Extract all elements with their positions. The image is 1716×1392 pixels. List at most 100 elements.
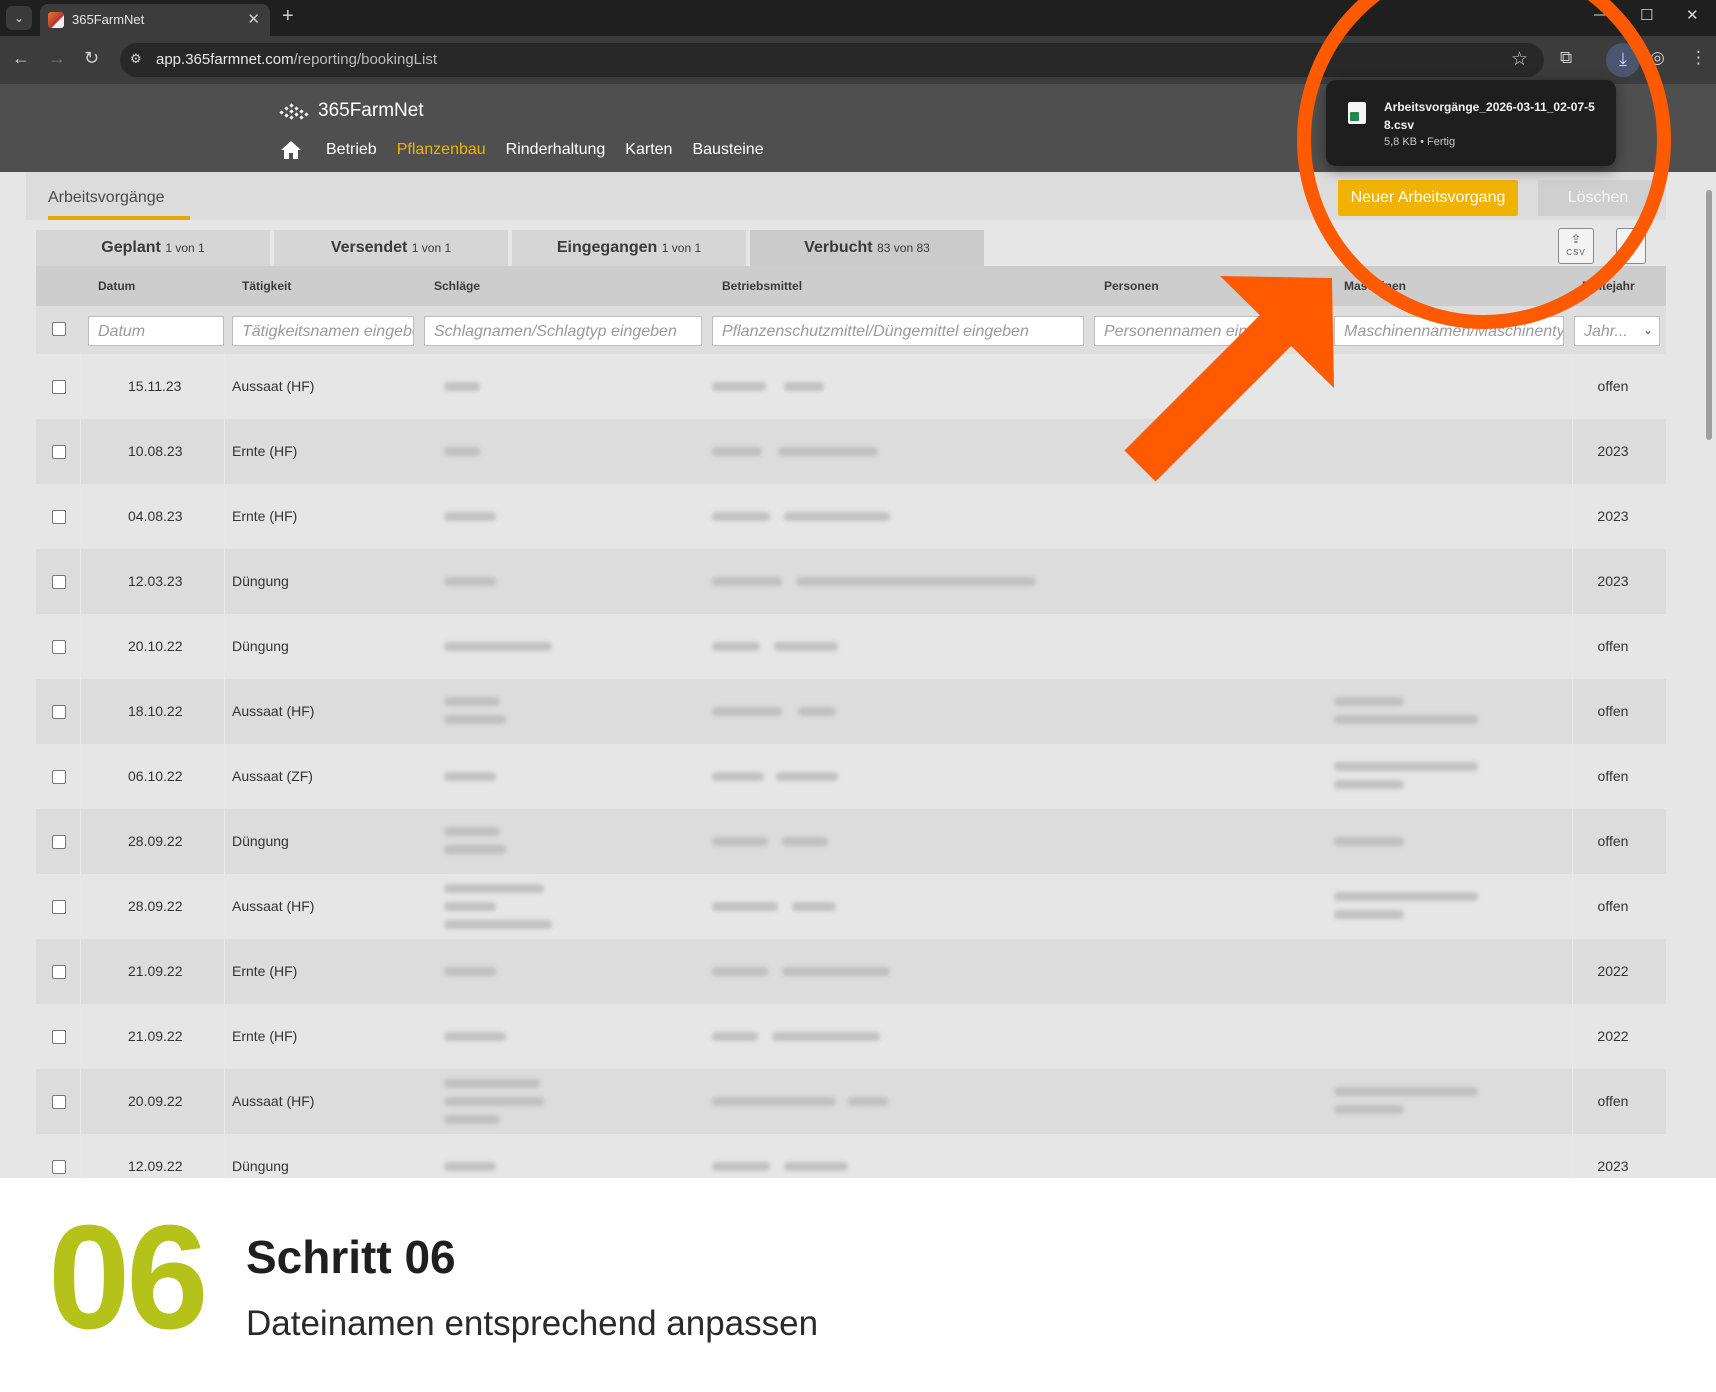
row-checkbox[interactable]: [52, 575, 66, 589]
table-row[interactable]: 12.03.23 Düngung 2023: [36, 549, 1666, 614]
favicon-icon: [48, 12, 64, 28]
row-activity: Aussaat (ZF): [232, 768, 313, 784]
profile-icon[interactable]: ◎: [1650, 48, 1665, 68]
row-checkbox[interactable]: [52, 510, 66, 524]
download-bubble[interactable]: Arbeitsvorgänge_2026-03-11_02-07-58.csv …: [1326, 80, 1616, 166]
browser-tab[interactable]: 365FarmNet ✕: [40, 4, 270, 36]
nav-item-rinderhaltung[interactable]: Rinderhaltung: [506, 141, 606, 159]
new-tab-icon[interactable]: +: [282, 5, 294, 28]
minimize-icon[interactable]: —: [1594, 6, 1609, 23]
row-activity: Düngung: [232, 1158, 289, 1174]
print-button[interactable]: [1616, 228, 1646, 264]
delete-button[interactable]: Löschen: [1538, 180, 1658, 216]
row-checkbox[interactable]: [52, 1160, 66, 1174]
spreadsheet-file-icon: [1348, 102, 1366, 124]
row-date: 12.03.23: [128, 573, 183, 589]
reload-icon[interactable]: ↻: [84, 48, 99, 69]
row-checkbox[interactable]: [52, 900, 66, 914]
row-date: 20.09.22: [128, 1093, 183, 1109]
row-checkbox[interactable]: [52, 1030, 66, 1044]
forward-icon[interactable]: →: [48, 48, 66, 69]
row-date: 12.09.22: [128, 1158, 183, 1174]
maximize-icon[interactable]: ☐: [1640, 6, 1653, 24]
taetigkeit-filter-input[interactable]: Tätigkeitsnamen eingeben: [232, 316, 414, 346]
new-booking-button[interactable]: Neuer Arbeitsvorgang: [1338, 180, 1518, 216]
row-date: 21.09.22: [128, 963, 183, 979]
maschinen-filter-input[interactable]: Maschinennamen/Maschinentyp eingeben: [1334, 316, 1564, 346]
row-checkbox[interactable]: [52, 705, 66, 719]
page-title[interactable]: Arbeitsvorgänge: [48, 189, 165, 207]
row-date: 28.09.22: [128, 898, 183, 914]
close-window-icon[interactable]: ✕: [1686, 6, 1699, 24]
betriebsmittel-filter-input[interactable]: Pflanzenschutzmittel/Düngemittel eingebe…: [712, 316, 1084, 346]
back-icon[interactable]: ←: [12, 48, 30, 69]
csv-export-button[interactable]: ⇪ CSV: [1558, 228, 1594, 264]
row-checkbox[interactable]: [52, 965, 66, 979]
schlaege-filter-input[interactable]: Schlagnamen/Schlagtyp eingeben: [424, 316, 702, 346]
table-row[interactable]: 28.09.22 Aussaat (HF) offen: [36, 874, 1666, 939]
table-row[interactable]: 15.11.23 Aussaat (HF) offen: [36, 354, 1666, 419]
extensions-icon[interactable]: ⧉: [1560, 48, 1572, 68]
table-row[interactable]: 21.09.22 Ernte (HF) 2022: [36, 939, 1666, 1004]
row-checkbox[interactable]: [52, 640, 66, 654]
column-header-personen[interactable]: Personen: [1104, 279, 1159, 293]
tab-search-chevron-icon[interactable]: ⌄: [6, 6, 32, 30]
tab-versendet[interactable]: Versendet 1 von 1: [274, 230, 508, 266]
nav-item-bausteine[interactable]: Bausteine: [692, 141, 763, 159]
row-activity: Aussaat (HF): [232, 703, 315, 719]
row-year: offen: [1597, 703, 1629, 719]
table-row[interactable]: 18.10.22 Aussaat (HF) offen: [36, 679, 1666, 744]
table-row[interactable]: 12.09.22 Düngung 2023: [36, 1134, 1666, 1178]
row-checkbox[interactable]: [52, 1095, 66, 1109]
scrollbar-thumb[interactable]: [1706, 190, 1712, 440]
tab-verbucht[interactable]: Verbucht 83 von 83: [750, 230, 984, 266]
row-date: 10.08.23: [128, 443, 183, 459]
downloads-icon[interactable]: ⤓: [1606, 43, 1640, 77]
column-header-schlaege[interactable]: Schläge: [434, 279, 480, 293]
column-header-betriebsmittel[interactable]: Betriebsmittel: [722, 279, 802, 293]
page-scrollbar[interactable]: [1704, 172, 1714, 1178]
page-title-underline: [48, 216, 190, 220]
row-year: 2023: [1597, 1158, 1629, 1174]
tab-close-icon[interactable]: ✕: [247, 10, 260, 28]
bookmark-star-icon[interactable]: ☆: [1511, 48, 1528, 71]
nav-item-pflanzenbau[interactable]: Pflanzenbau: [397, 141, 486, 159]
site-info-icon[interactable]: ⚙: [130, 51, 148, 69]
column-header-datum[interactable]: Datum: [98, 279, 135, 293]
row-year: offen: [1597, 898, 1629, 914]
nav-item-karten[interactable]: Karten: [625, 141, 672, 159]
datum-filter-input[interactable]: Datum: [88, 316, 224, 346]
address-bar[interactable]: ⚙ app.365farmnet.com/reporting/bookingLi…: [120, 43, 1544, 77]
column-header-erntejahr[interactable]: Erntejahr: [1582, 279, 1635, 293]
table-row[interactable]: 20.09.22 Aussaat (HF) offen: [36, 1069, 1666, 1134]
row-date: 20.10.22: [128, 638, 183, 654]
table-row[interactable]: 06.10.22 Aussaat (ZF) offen: [36, 744, 1666, 809]
select-all-checkbox[interactable]: [52, 322, 66, 336]
csv-label: CSV: [1566, 248, 1586, 257]
row-checkbox[interactable]: [52, 770, 66, 784]
row-checkbox[interactable]: [52, 445, 66, 459]
booking-table: Datum Tätigkeit Schläge Betriebsmittel P…: [36, 266, 1666, 1178]
browser-menu-icon[interactable]: ⋮: [1690, 48, 1707, 68]
download-file-name[interactable]: Arbeitsvorgänge_2026-03-11_02-07-58.csv: [1384, 98, 1604, 134]
app-body: Arbeitsvorgänge Geplant 1 von 1 Versende…: [0, 172, 1716, 1178]
column-header-taetigkeit[interactable]: Tätigkeit: [242, 279, 291, 293]
table-row[interactable]: 10.08.23 Ernte (HF) 2023: [36, 419, 1666, 484]
table-row[interactable]: 20.10.22 Düngung offen: [36, 614, 1666, 679]
column-header-maschinen[interactable]: Maschinen: [1344, 279, 1406, 293]
row-activity: Ernte (HF): [232, 963, 298, 979]
row-year: 2023: [1597, 508, 1629, 524]
table-row[interactable]: 04.08.23 Ernte (HF) 2023: [36, 484, 1666, 549]
row-checkbox[interactable]: [52, 835, 66, 849]
row-checkbox[interactable]: [52, 380, 66, 394]
tab-geplant[interactable]: Geplant 1 von 1: [36, 230, 270, 266]
jahr-filter-select[interactable]: Jahr... ⌄: [1574, 316, 1660, 346]
home-icon[interactable]: [280, 140, 302, 160]
tab-eingegangen[interactable]: Eingegangen 1 von 1: [512, 230, 746, 266]
filter-row: Datum Tätigkeitsnamen eingeben Schlagnam…: [36, 306, 1666, 354]
row-date: 04.08.23: [128, 508, 183, 524]
table-row[interactable]: 21.09.22 Ernte (HF) 2022: [36, 1004, 1666, 1069]
table-row[interactable]: 28.09.22 Düngung offen: [36, 809, 1666, 874]
personen-filter-input[interactable]: Personennamen eingeben: [1094, 316, 1324, 346]
nav-item-betrieb[interactable]: Betrieb: [326, 141, 377, 159]
